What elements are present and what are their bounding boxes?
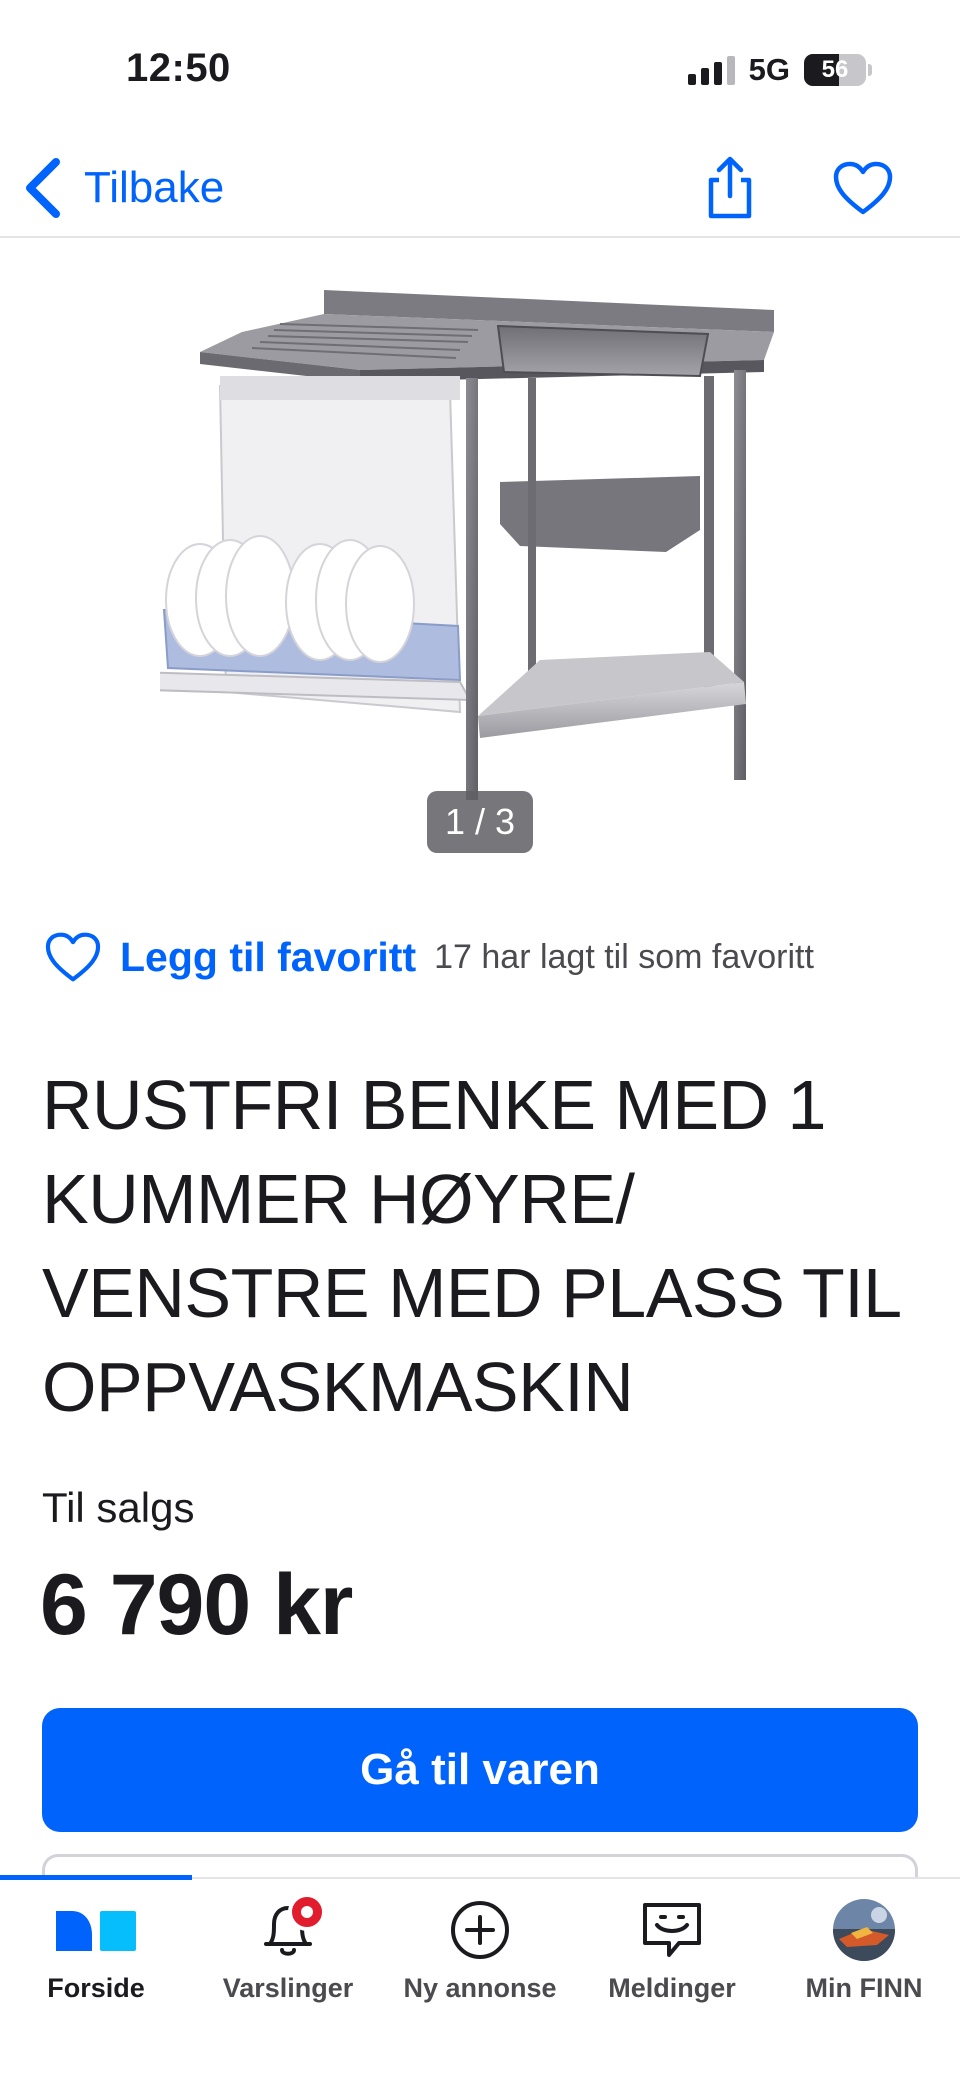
- product-image: [160, 290, 774, 800]
- tab-label: Varslinger: [222, 1973, 354, 2003]
- avatar: [833, 1899, 895, 1961]
- status-bar: 12:50 5G 56: [0, 0, 960, 140]
- battery-level: 56: [821, 56, 849, 83]
- ad-title: RUSTFRI BENKE MED 1 KUMMER HØYRE/ VENSTR…: [42, 1066, 899, 1426]
- image-counter: 1 / 3: [427, 791, 533, 853]
- tab-bar: Forside Varslinger Ny annonse Meldinger …: [0, 1875, 960, 2079]
- add-favorite-button[interactable]: Legg til favoritt: [44, 931, 416, 983]
- tab-label: Forside: [47, 1973, 145, 2003]
- status-indicators: 5G 56: [687, 52, 872, 88]
- status-time: 12:50: [126, 46, 231, 90]
- tab-ny-annonse[interactable]: Ny annonse: [384, 1895, 576, 2005]
- add-favorite-label: Legg til favoritt: [120, 933, 417, 980]
- battery-tip: [868, 64, 872, 76]
- price: 6 790 kr: [40, 1557, 353, 1653]
- back-button[interactable]: Tilbake: [20, 140, 224, 236]
- heart-icon: [45, 932, 101, 982]
- signal-icon: [687, 55, 735, 85]
- avatar-wrap: [833, 1895, 895, 1965]
- favorite-row: Legg til favoritt 17 har lagt til som fa…: [44, 922, 814, 992]
- tab-varslinger[interactable]: Varslinger: [192, 1893, 384, 2005]
- active-tab-indicator: [0, 1875, 192, 1880]
- chevron-left-icon: [26, 158, 60, 218]
- tab-min-finn[interactable]: Min FINN: [768, 1895, 960, 2005]
- finn-logo-icon: [54, 1895, 138, 1965]
- tab-label: Min FINN: [805, 1973, 923, 2003]
- share-icon: [708, 156, 752, 219]
- tab-forside[interactable]: Forside: [0, 1895, 192, 2005]
- bell-icon: [260, 1893, 326, 1965]
- battery-icon: 56: [804, 54, 866, 86]
- tab-meldinger[interactable]: Meldinger: [576, 1895, 768, 2005]
- back-label: Tilbake: [84, 163, 225, 212]
- network-label: 5G: [748, 52, 790, 87]
- favorite-count: 17 har lagt til som favoritt: [434, 937, 814, 976]
- favorite-button[interactable]: [828, 146, 898, 230]
- notification-badge: [288, 1893, 326, 1931]
- image-gallery[interactable]: 1 / 3: [0, 240, 960, 880]
- go-to-item-button[interactable]: Gå til varen: [42, 1708, 918, 1832]
- tab-label: Ny annonse: [403, 1973, 557, 2003]
- heart-icon: [833, 161, 893, 215]
- sale-type: Til salgs: [42, 1484, 195, 1531]
- tab-label: Meldinger: [608, 1973, 736, 2003]
- chat-smile-icon: [641, 1895, 703, 1965]
- plus-circle-icon: [449, 1895, 511, 1965]
- nav-bar: Tilbake: [0, 140, 960, 238]
- share-button[interactable]: [700, 146, 760, 230]
